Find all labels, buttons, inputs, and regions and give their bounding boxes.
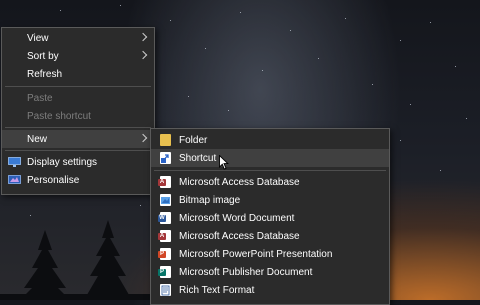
submenu-item-word-document[interactable]: W Microsoft Word Document (151, 209, 389, 227)
menu-item-label: Microsoft Access Database (179, 230, 300, 242)
display-icon (8, 157, 21, 167)
submenu-item-rich-text-format[interactable]: Rich Text Format (151, 281, 389, 299)
submenu-item-bitmap-image[interactable]: Bitmap image (151, 191, 389, 209)
personalise-icon (8, 175, 21, 185)
menu-separator (5, 150, 151, 151)
menu-item-label: Paste shortcut (27, 110, 91, 122)
rtf-icon (160, 284, 171, 296)
menu-item-refresh[interactable]: Refresh (2, 65, 154, 83)
mouse-cursor-icon (219, 155, 229, 170)
menu-item-label: Sort by (27, 50, 59, 62)
menu-item-paste[interactable]: Paste (2, 89, 154, 107)
menu-item-paste-shortcut[interactable]: Paste shortcut (2, 107, 154, 125)
powerpoint-icon: P (158, 248, 171, 260)
bitmap-icon (160, 194, 171, 206)
menu-separator (5, 86, 151, 87)
submenu-item-publisher-document[interactable]: P Microsoft Publisher Document (151, 263, 389, 281)
tree-silhouette (0, 220, 160, 300)
folder-icon (160, 134, 171, 146)
menu-separator (5, 127, 151, 128)
menu-item-personalise[interactable]: Personalise (2, 171, 154, 189)
menu-item-label: View (27, 32, 49, 44)
chevron-right-icon (138, 50, 148, 60)
menu-item-label: Bitmap image (179, 194, 241, 206)
submenu-item-powerpoint-presentation[interactable]: P Microsoft PowerPoint Presentation (151, 245, 389, 263)
menu-item-label: Folder (179, 134, 208, 146)
menu-item-label: Personalise (27, 174, 80, 186)
menu-item-new[interactable]: New (2, 130, 154, 148)
menu-item-label: Display settings (27, 156, 98, 168)
publisher-icon: P (158, 266, 171, 278)
menu-item-label: Microsoft PowerPoint Presentation (179, 248, 333, 260)
new-submenu: Folder Shortcut A Microsoft Access Datab… (150, 128, 390, 305)
menu-item-label: Microsoft Word Document (179, 212, 295, 224)
menu-separator (154, 170, 386, 171)
submenu-item-folder[interactable]: Folder (151, 131, 389, 149)
access-icon: A (158, 176, 171, 188)
access-icon: A (158, 230, 171, 242)
menu-item-label: Paste (27, 92, 53, 104)
menu-item-sort-by[interactable]: Sort by (2, 47, 154, 65)
word-icon: W (158, 212, 171, 224)
submenu-item-access-database-2[interactable]: A Microsoft Access Database (151, 227, 389, 245)
submenu-item-shortcut[interactable]: Shortcut (151, 149, 389, 167)
menu-item-label: Microsoft Access Database (179, 176, 300, 188)
menu-item-label: Microsoft Publisher Document (179, 266, 313, 278)
menu-item-view[interactable]: View (2, 29, 154, 47)
menu-item-label: New (27, 133, 48, 145)
chevron-right-icon (138, 32, 148, 42)
chevron-right-icon (138, 133, 148, 143)
menu-item-display-settings[interactable]: Display settings (2, 153, 154, 171)
shortcut-icon (160, 152, 171, 164)
menu-item-label: Refresh (27, 68, 63, 80)
menu-item-label: Rich Text Format (179, 284, 255, 296)
desktop-context-menu: View Sort by Refresh Paste Paste shortcu… (1, 27, 155, 195)
submenu-item-access-database[interactable]: A Microsoft Access Database (151, 173, 389, 191)
menu-item-label: Shortcut (179, 152, 217, 164)
